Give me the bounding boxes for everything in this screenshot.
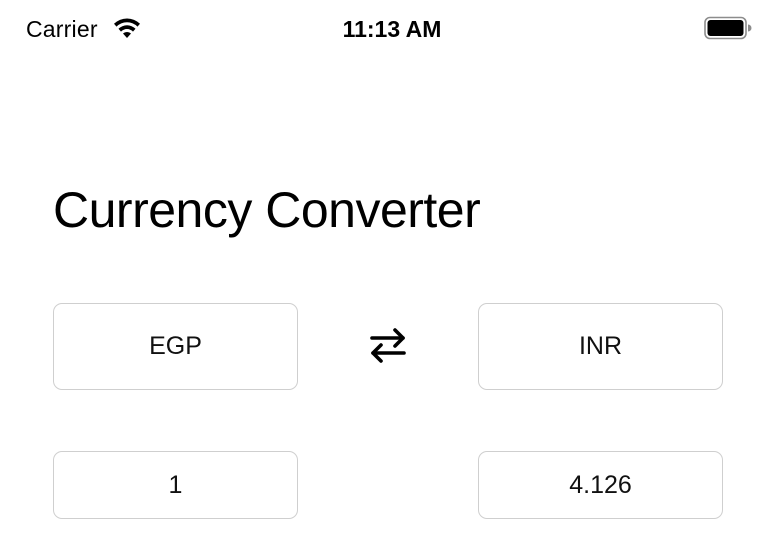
- status-time: 11:13 AM: [342, 16, 442, 42]
- to-amount-value: 4.126: [569, 470, 632, 499]
- from-currency-button[interactable]: EGP: [53, 303, 298, 390]
- to-currency-button[interactable]: INR: [478, 303, 723, 390]
- app-screen: Carrier 11:13 AM Currency Converter EGP: [0, 0, 784, 544]
- swap-currencies-button[interactable]: [364, 325, 412, 369]
- status-bar: Carrier 11:13 AM: [0, 0, 784, 58]
- from-amount-value: 1: [168, 470, 183, 499]
- swap-arrows-icon: [368, 327, 408, 368]
- page-title: Currency Converter: [53, 182, 481, 238]
- to-amount-field[interactable]: 4.126: [478, 451, 723, 519]
- from-amount-field[interactable]: 1: [53, 451, 298, 519]
- to-currency-label: INR: [578, 332, 623, 360]
- battery-icon: [704, 16, 752, 40]
- from-currency-label: EGP: [149, 332, 202, 360]
